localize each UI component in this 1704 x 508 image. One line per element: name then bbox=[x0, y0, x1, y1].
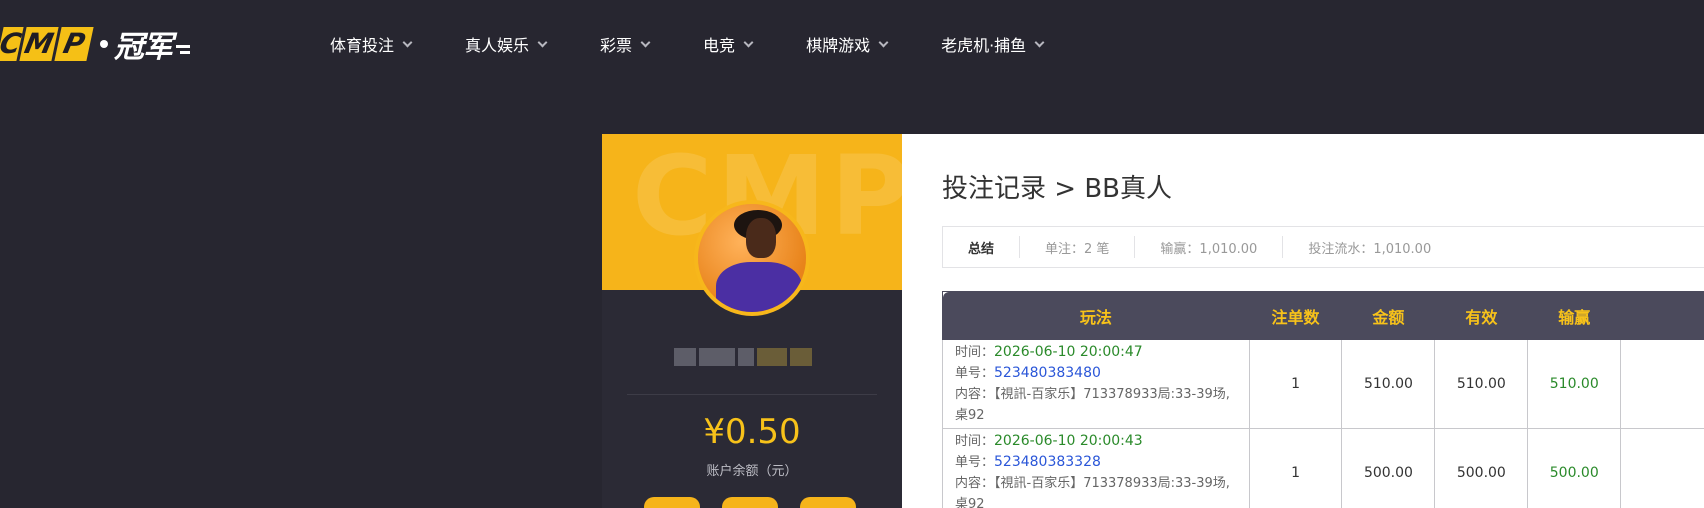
logo-dash-icon bbox=[176, 44, 190, 54]
order-number-link[interactable]: 523480383328 bbox=[994, 454, 1101, 470]
col-header-extra bbox=[1620, 291, 1704, 340]
col-header-count: 注单数 bbox=[1248, 291, 1343, 340]
bet-extra bbox=[1620, 428, 1704, 508]
order-no-label: 单号： bbox=[955, 366, 995, 381]
bet-count: 1 bbox=[1248, 339, 1343, 429]
main-nav: 体育投注 真人娱乐 彩票 电竞 棋牌游戏 老虎机·捕鱼 bbox=[330, 30, 1097, 58]
logo-text: 冠军 bbox=[114, 30, 173, 65]
order-number-link[interactable]: 523480383480 bbox=[994, 365, 1101, 381]
logo-letters: C M P bbox=[0, 27, 94, 61]
account-balance-label: 账户余额（元） bbox=[706, 464, 798, 479]
col-header-amount: 金额 bbox=[1341, 291, 1436, 340]
bet-content: 内容：【視訊-百家乐】713378933局:33-39场,桌92 bbox=[955, 387, 1230, 423]
summary-label: 总结 bbox=[943, 236, 1021, 258]
summary-turnover: 投注流水：1,010.00 bbox=[1308, 241, 1432, 257]
bet-amount: 510.00 bbox=[1341, 339, 1436, 429]
summary-winloss: 输赢：1,010.00 bbox=[1135, 236, 1284, 258]
bet-records-panel: 投注记录 > BB真人 总结 单注：2 笔 输赢：1,010.00 投注流水：1… bbox=[902, 134, 1704, 508]
profile-action-button[interactable] bbox=[800, 497, 856, 508]
nav-item-card-games[interactable]: 棋牌游戏 bbox=[806, 30, 889, 58]
bet-winloss: 500.00 bbox=[1527, 428, 1622, 508]
bet-time: 2026-06-10 20:00:43 bbox=[994, 433, 1143, 449]
bet-count: 1 bbox=[1248, 428, 1343, 508]
chevron-down-icon bbox=[537, 37, 548, 47]
nav-item-lottery[interactable]: 彩票 bbox=[600, 30, 651, 58]
bet-records-table: 玩法 注单数 金额 有效 输赢 时间：2026-06-10 20:00:47 单… bbox=[942, 291, 1704, 508]
profile-action-button[interactable] bbox=[722, 497, 778, 508]
nav-item-label: 彩票 bbox=[600, 36, 633, 55]
time-label: 时间： bbox=[955, 434, 995, 449]
nav-item-esports[interactable]: 电竞 bbox=[703, 30, 754, 58]
nav-item-label: 老虎机·捕鱼 bbox=[941, 36, 1027, 55]
bet-time: 2026-06-10 20:00:47 bbox=[994, 344, 1143, 360]
bet-amount: 500.00 bbox=[1341, 428, 1436, 508]
col-header-winloss: 输赢 bbox=[1527, 291, 1622, 340]
bet-content: 内容：【視訊-百家乐】713378933局:33-39场,桌92 bbox=[955, 476, 1230, 508]
table-row: 时间：2026-06-10 20:00:47 单号：523480383480 内… bbox=[942, 339, 1704, 429]
order-no-label: 单号： bbox=[955, 455, 995, 470]
time-label: 时间： bbox=[955, 345, 995, 360]
profile-action-buttons bbox=[644, 497, 856, 508]
nav-item-live-casino[interactable]: 真人娱乐 bbox=[465, 30, 548, 58]
nav-item-label: 棋牌游戏 bbox=[806, 36, 871, 55]
chevron-down-icon bbox=[402, 37, 413, 47]
bet-valid: 510.00 bbox=[1434, 339, 1529, 429]
top-bar: C M P 冠军 体育投注 真人娱乐 彩票 电竞 棋牌游戏 老虎机·捕鱼 bbox=[0, 0, 1704, 88]
bet-info-cell: 时间：2026-06-10 20:00:47 单号：523480383480 内… bbox=[942, 339, 1250, 429]
site-logo[interactable]: C M P 冠军 bbox=[0, 26, 190, 65]
username-blurred bbox=[674, 344, 830, 370]
avatar[interactable] bbox=[694, 200, 810, 316]
logo-letter-m: M bbox=[19, 27, 59, 61]
logo-letter-p: P bbox=[54, 27, 94, 61]
col-header-game: 玩法 bbox=[942, 291, 1250, 340]
table-header-row: 玩法 注单数 金额 有效 输赢 bbox=[942, 291, 1704, 340]
bet-valid: 500.00 bbox=[1434, 428, 1529, 508]
profile-action-button[interactable] bbox=[644, 497, 700, 508]
bet-winloss: 510.00 bbox=[1527, 339, 1622, 429]
table-row: 时间：2026-06-10 20:00:43 单号：523480383328 内… bbox=[942, 428, 1704, 508]
nav-item-sports[interactable]: 体育投注 bbox=[330, 30, 413, 58]
account-balance: ¥0.50 bbox=[703, 412, 801, 452]
chevron-down-icon bbox=[743, 37, 754, 47]
page-title: 投注记录 > BB真人 bbox=[942, 174, 1172, 204]
col-header-valid: 有效 bbox=[1434, 291, 1529, 340]
bet-extra bbox=[1620, 339, 1704, 429]
nav-item-label: 真人娱乐 bbox=[465, 36, 530, 55]
nav-item-slots-fishing[interactable]: 老虎机·捕鱼 bbox=[941, 30, 1045, 58]
divider bbox=[627, 394, 877, 395]
chevron-down-icon bbox=[878, 37, 889, 47]
chevron-down-icon bbox=[640, 37, 651, 47]
bet-info-cell: 时间：2026-06-10 20:00:43 单号：523480383328 内… bbox=[942, 428, 1250, 508]
nav-item-label: 体育投注 bbox=[330, 36, 395, 55]
summary-count: 单注：2 笔 bbox=[1020, 236, 1136, 258]
profile-card: CMP ¥0.50 账户余额（元） bbox=[602, 134, 902, 508]
logo-dot bbox=[100, 40, 108, 48]
nav-item-label: 电竞 bbox=[703, 36, 736, 55]
summary-bar: 总结 单注：2 笔 输赢：1,010.00 投注流水：1,010.00 bbox=[942, 226, 1704, 268]
chevron-down-icon bbox=[1034, 37, 1045, 47]
